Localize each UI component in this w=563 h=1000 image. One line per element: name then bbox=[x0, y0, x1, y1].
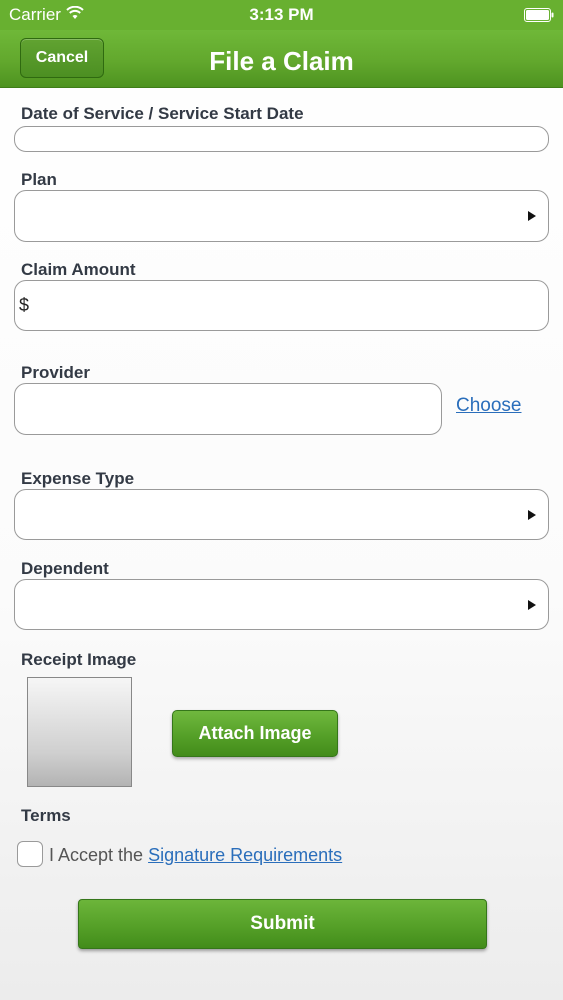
caret-right-icon bbox=[528, 509, 536, 520]
expense-type-select[interactable] bbox=[14, 489, 549, 540]
claim-amount-label: Claim Amount bbox=[21, 260, 136, 279]
submit-button[interactable]: Submit bbox=[78, 899, 487, 949]
battery-icon bbox=[524, 8, 554, 22]
choose-provider-link[interactable]: Choose bbox=[456, 395, 522, 417]
provider-field[interactable] bbox=[14, 383, 442, 435]
signature-requirements-link[interactable]: Signature Requirements bbox=[148, 845, 342, 865]
accept-terms-checkbox[interactable] bbox=[17, 841, 43, 867]
page-title: File a Claim bbox=[209, 46, 354, 76]
dependent-label: Dependent bbox=[21, 559, 109, 578]
caret-right-icon bbox=[528, 211, 536, 221]
caret-right-icon bbox=[528, 599, 536, 610]
dependent-select[interactable] bbox=[14, 579, 549, 630]
navigation-bar: Cancel File a Claim bbox=[0, 30, 563, 88]
expense-type-label: Expense Type bbox=[21, 469, 135, 488]
provider-label: Provider bbox=[21, 363, 90, 382]
terms-prefix: I Accept the bbox=[49, 845, 149, 865]
receipt-image-label: Receipt Image bbox=[21, 650, 137, 669]
terms-label: Terms bbox=[21, 806, 71, 825]
terms-text: I Accept the Signature Requirements bbox=[49, 845, 342, 866]
status-time: 3:13 PM bbox=[249, 5, 314, 24]
plan-label: Plan bbox=[21, 170, 57, 189]
dollar-sign: $ bbox=[19, 295, 30, 315]
claim-amount-field[interactable]: $ bbox=[14, 280, 549, 331]
plan-select[interactable] bbox=[14, 190, 549, 242]
date-of-service-label: Date of Service / Service Start Date bbox=[21, 104, 304, 123]
attach-image-button[interactable]: Attach Image bbox=[172, 710, 338, 757]
receipt-image-preview bbox=[27, 677, 132, 787]
status-bar: Carrier 3:13 PM bbox=[0, 0, 563, 30]
date-of-service-field[interactable] bbox=[14, 126, 549, 152]
